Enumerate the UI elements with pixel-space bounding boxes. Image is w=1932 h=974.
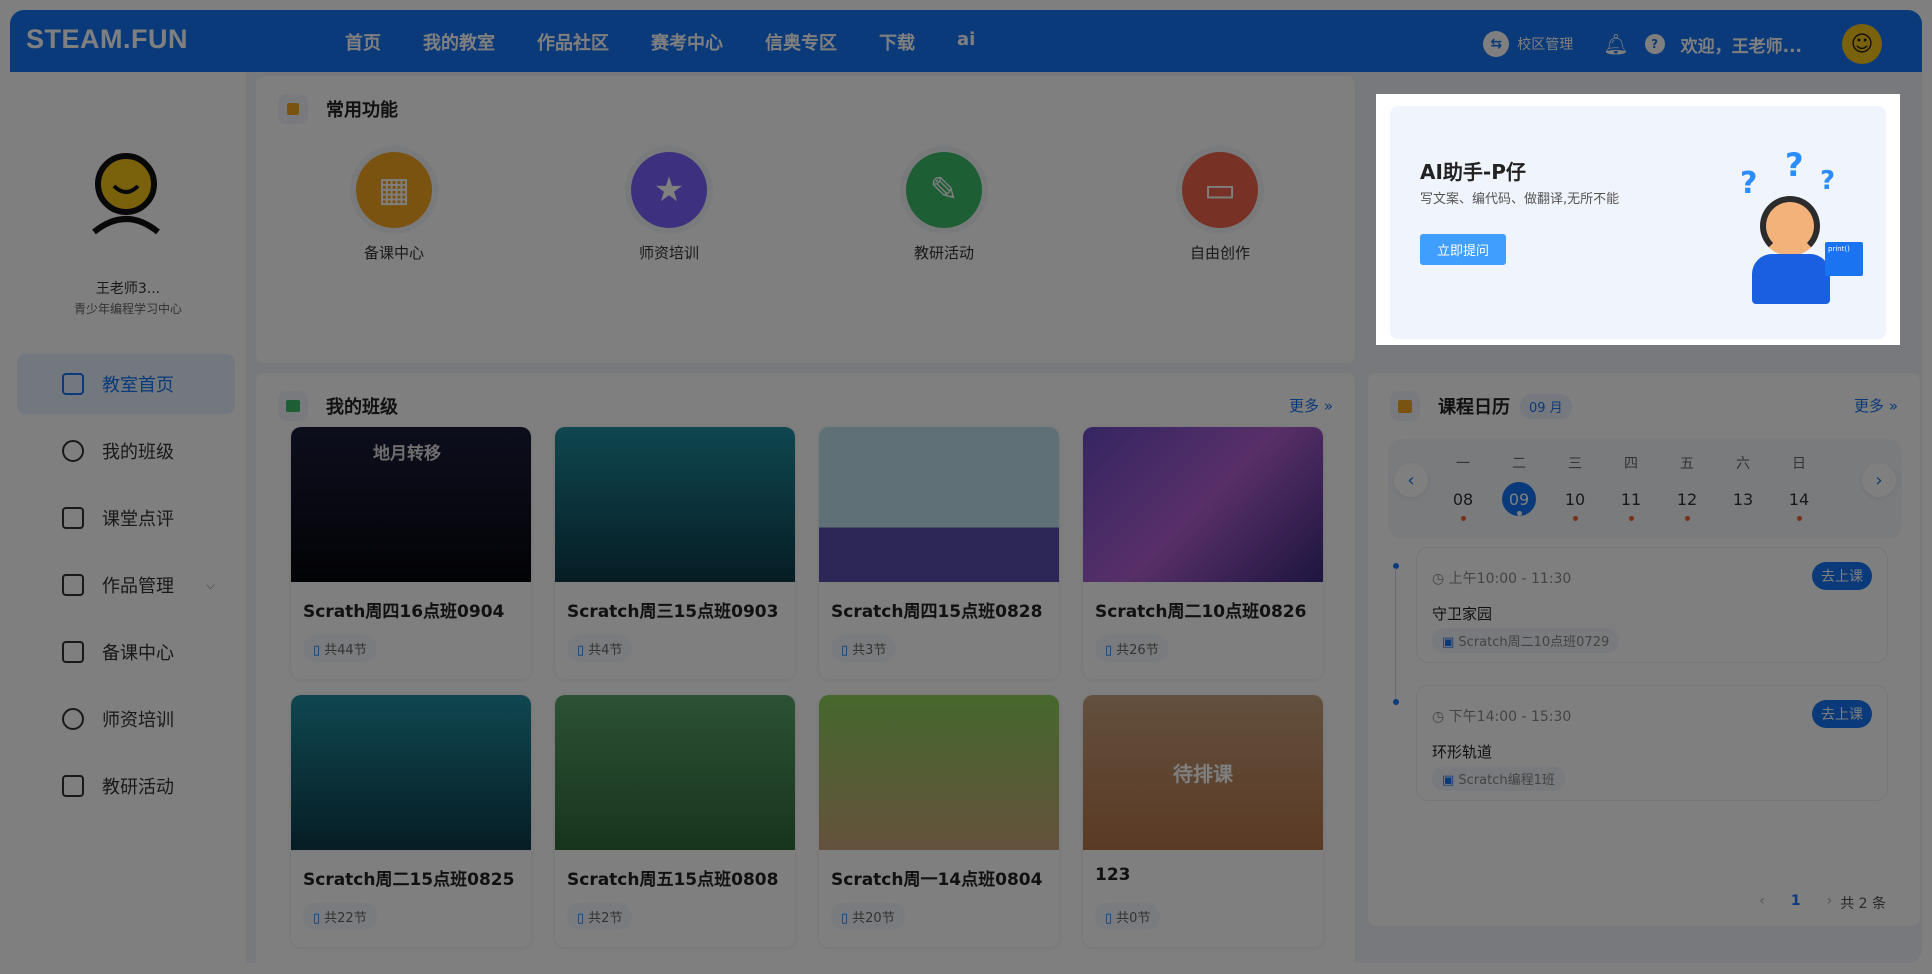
ask-now-button[interactable]: 立即提问 (1420, 234, 1506, 265)
ai-assistant-card: AI助手-P仔 写文案、编代码、做翻译,无所不能 立即提问 ? ? ? prin… (1390, 106, 1886, 339)
tour-highlight: AI助手-P仔 写文案、编代码、做翻译,无所不能 立即提问 ? ? ? prin… (1376, 94, 1900, 345)
print-badge: print() (1825, 242, 1863, 276)
ai-subtitle: 写文案、编代码、做翻译,无所不能 (1420, 192, 1620, 207)
ai-mascot-illustration: ? ? ? print() (1720, 146, 1870, 306)
ai-title: AI助手-P仔 (1420, 160, 1526, 184)
